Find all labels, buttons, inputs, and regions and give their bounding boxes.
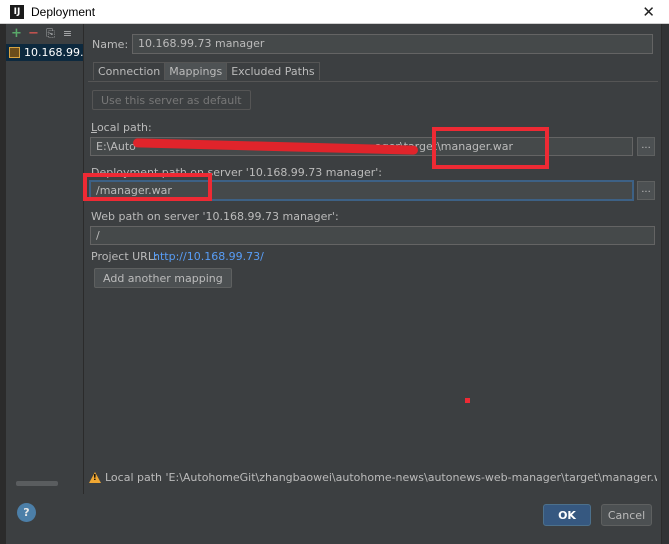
server-icon — [9, 47, 20, 58]
annotation-box-deployment-path — [83, 173, 212, 201]
tab-mappings[interactable]: Mappings — [164, 62, 228, 80]
remove-icon[interactable]: − — [27, 27, 40, 40]
project-url-label: Project URL: — [91, 250, 158, 263]
warning-icon — [89, 472, 101, 483]
tab-connection[interactable]: Connection — [93, 62, 166, 80]
name-input[interactable]: 10.168.99.73 manager — [132, 34, 653, 54]
local-path-browse-button[interactable]: ... — [637, 137, 655, 156]
server-list-toolbar: + − ⎘ ≡ — [6, 24, 83, 42]
annotation-box-local-path — [432, 127, 549, 169]
server-settings-panel: Name: 10.168.99.73 manager Connection Ma… — [85, 24, 661, 494]
settings-tabs: Connection Mappings Excluded Paths — [93, 62, 320, 80]
local-path-label: Local path: — [91, 121, 152, 134]
window-title: Deployment — [31, 4, 96, 19]
close-icon[interactable]: ✕ — [642, 3, 655, 21]
web-path-label: Web path on server '10.168.99.73 manager… — [91, 210, 339, 223]
name-row: Name: 10.168.99.73 manager — [92, 34, 653, 54]
server-list-item[interactable]: 10.168.99.73 r — [6, 44, 83, 61]
mappings-panel: Use this server as default Local path: E… — [88, 81, 658, 494]
use-as-default-icon[interactable]: ≡ — [61, 27, 74, 40]
intellij-app-icon: IJ — [10, 4, 24, 19]
name-label: Name: — [92, 37, 129, 51]
tab-excluded-paths[interactable]: Excluded Paths — [226, 62, 320, 80]
server-list-item-label: 10.168.99.73 r — [24, 46, 83, 59]
warning-text: Local path 'E:\AutohomeGit\zhangbaowei\a… — [105, 471, 657, 484]
add-another-mapping-button[interactable]: Add another mapping — [94, 268, 232, 288]
deployment-path-browse-button[interactable]: ... — [637, 181, 655, 200]
warning-message: Local path 'E:\AutohomeGit\zhangbaowei\a… — [89, 471, 657, 484]
title-bar: IJ Deployment ✕ — [0, 0, 669, 24]
dialog-footer: ? OK Cancel — [6, 494, 661, 544]
help-icon[interactable]: ? — [17, 503, 36, 522]
ok-button[interactable]: OK — [543, 504, 591, 526]
add-icon[interactable]: + — [10, 27, 23, 40]
server-list-panel: + − ⎘ ≡ 10.168.99.73 r — [6, 24, 84, 494]
horizontal-scrollbar[interactable] — [16, 481, 58, 486]
cancel-button[interactable]: Cancel — [601, 504, 652, 526]
web-path-input[interactable]: / — [90, 226, 655, 245]
annotation-dot — [465, 398, 470, 403]
background-ide-scrollbar — [661, 24, 669, 544]
use-as-default-button[interactable]: Use this server as default — [92, 90, 251, 110]
project-url-link[interactable]: http://10.168.99.73/ — [153, 250, 264, 263]
local-path-value-start: E:\Auto — [96, 140, 136, 153]
copy-icon[interactable]: ⎘ — [44, 27, 57, 40]
